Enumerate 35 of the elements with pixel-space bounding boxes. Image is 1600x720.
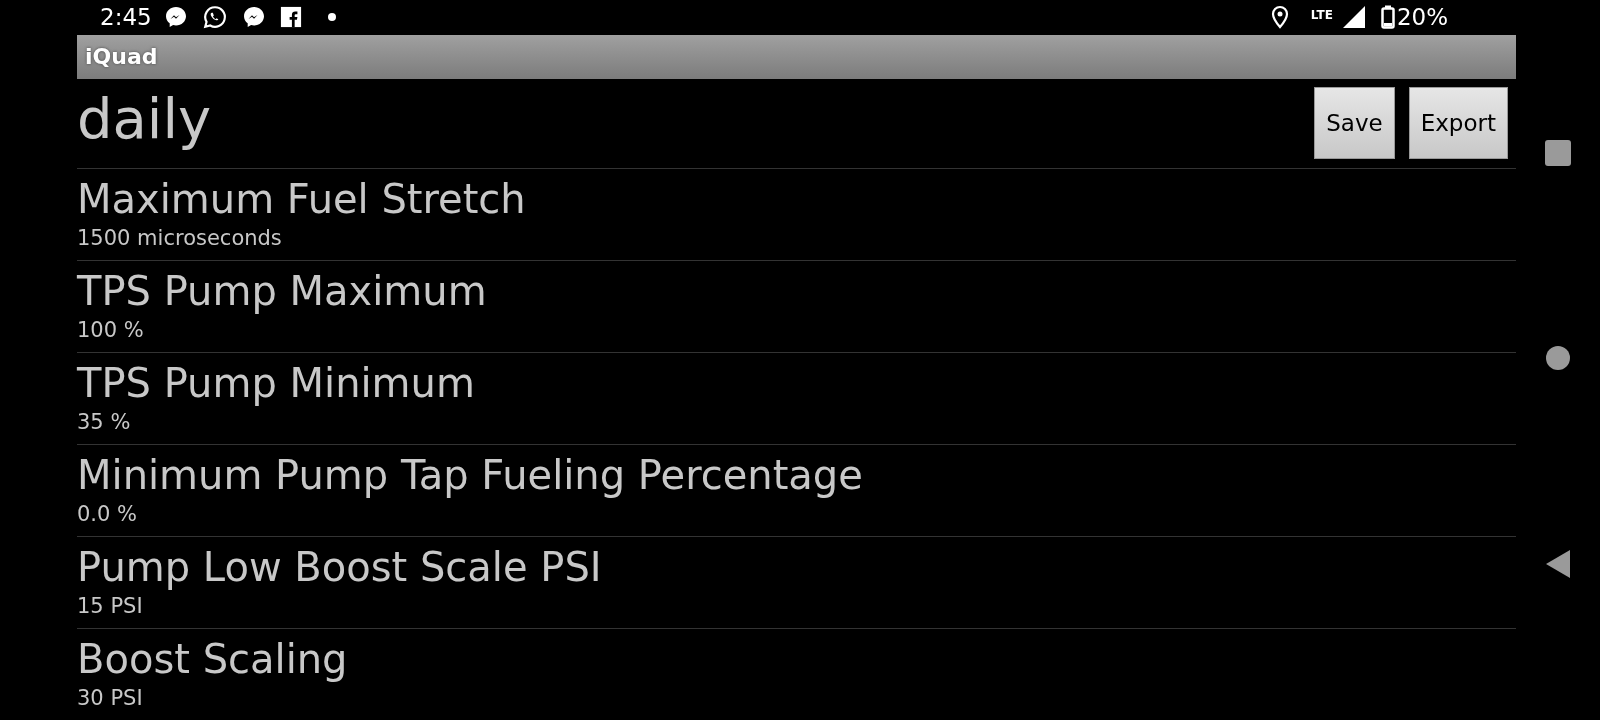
- setting-row[interactable]: Minimum Pump Tap Fueling Percentage 0.0 %: [77, 444, 1516, 537]
- setting-value: 100 %: [77, 316, 145, 344]
- profile-title: daily: [77, 91, 213, 153]
- setting-row[interactable]: Boost Scaling 30 PSI: [77, 628, 1516, 720]
- setting-title: TPS Pump Maximum: [77, 266, 488, 315]
- network-type: LTE: [1310, 7, 1333, 24]
- app-title: iQuad: [85, 43, 158, 71]
- signal-icon: [1342, 6, 1365, 29]
- setting-title: Pump Low Boost Scale PSI: [77, 542, 603, 591]
- setting-value: 0.0 %: [77, 500, 139, 528]
- battery-percentage: 20%: [1396, 3, 1448, 32]
- setting-title: Maximum Fuel Stretch: [77, 174, 527, 223]
- whatsapp-icon: [201, 4, 228, 31]
- dot-icon: [327, 13, 336, 22]
- setting-value: 30 PSI: [77, 684, 144, 712]
- setting-row[interactable]: Pump Low Boost Scale PSI 15 PSI: [77, 536, 1516, 629]
- setting-value: 15 PSI: [77, 592, 144, 620]
- location-icon: [1270, 5, 1289, 30]
- setting-row[interactable]: Maximum Fuel Stretch 1500 microseconds: [77, 168, 1516, 261]
- save-button[interactable]: Save: [1314, 87, 1395, 159]
- setting-value: 1500 microseconds: [77, 224, 283, 252]
- setting-title: Boost Scaling: [77, 634, 349, 683]
- battery-icon: [1380, 5, 1395, 30]
- facebook-icon: [279, 6, 302, 29]
- messenger-icon: [163, 5, 188, 30]
- messenger-icon: [241, 5, 266, 30]
- home-icon[interactable]: [1546, 346, 1570, 370]
- setting-value: 35 %: [77, 408, 132, 436]
- setting-title: TPS Pump Minimum: [77, 358, 476, 407]
- setting-row[interactable]: TPS Pump Maximum 100 %: [77, 260, 1516, 353]
- setting-title: Minimum Pump Tap Fueling Percentage: [77, 450, 864, 499]
- back-icon[interactable]: [1546, 550, 1570, 578]
- export-button[interactable]: Export: [1408, 87, 1508, 159]
- clock: 2:45: [100, 3, 152, 32]
- setting-row[interactable]: TPS Pump Minimum 35 %: [77, 352, 1516, 445]
